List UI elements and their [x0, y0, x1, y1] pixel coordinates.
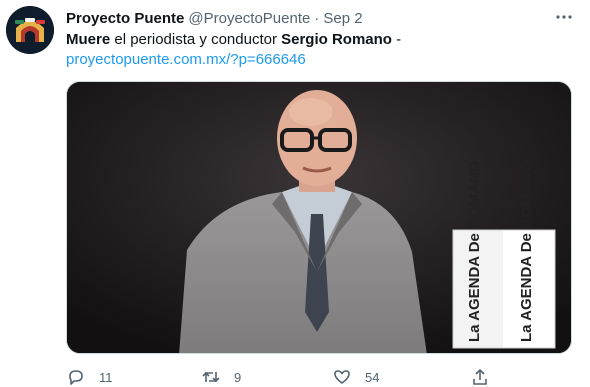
- like-button[interactable]: 54: [332, 366, 379, 387]
- photo-portrait: La AGENDA De ROMANO La AGENDA De ROMANO: [67, 82, 571, 353]
- more-options-button[interactable]: [553, 6, 575, 28]
- tweet-date[interactable]: Sep 2: [323, 10, 362, 27]
- tweet[interactable]: Proyecto Puente @ProyectoPuente · Sep 2 …: [0, 0, 590, 387]
- tweet-text: Muere el periodista y conductor Sergio R…: [66, 30, 571, 70]
- like-count: 54: [365, 369, 380, 385]
- avatar[interactable]: [6, 6, 54, 54]
- retweet-icon: [201, 367, 221, 387]
- reply-icon: [66, 367, 86, 387]
- tweet-text-plain-2: -: [391, 31, 402, 48]
- share-icon: [470, 367, 490, 387]
- tweet-text-bold-1: Muere: [66, 31, 111, 48]
- tweet-actions: 11 9 54: [66, 366, 506, 387]
- reply-count: 11: [99, 369, 113, 385]
- tweet-link[interactable]: proyectopuente.com.mx/?p=666646: [66, 51, 306, 68]
- box-label-side: La AGENDA De ROMANO: [518, 160, 535, 342]
- heart-icon: [332, 367, 352, 387]
- reply-button[interactable]: 11: [66, 366, 113, 387]
- tweet-text-plain-1: el periodista y conductor: [110, 31, 282, 48]
- more-icon: [556, 15, 572, 19]
- retweet-count: 9: [234, 369, 242, 385]
- share-button[interactable]: [470, 366, 490, 387]
- tweet-header: Proyecto Puente @ProyectoPuente · Sep 2: [66, 8, 363, 28]
- separator-dot: ·: [314, 9, 320, 27]
- tweet-photo[interactable]: La AGENDA De ROMANO La AGENDA De ROMANO: [66, 81, 572, 354]
- display-name[interactable]: Proyecto Puente: [66, 10, 184, 27]
- user-handle[interactable]: @ProyectoPuente: [188, 10, 310, 27]
- proyecto-puente-logo-icon: [6, 6, 54, 54]
- retweet-button[interactable]: 9: [201, 366, 241, 387]
- box-label-front: La AGENDA De ROMANO: [466, 160, 483, 342]
- tweet-text-bold-2: Sergio Romano: [281, 31, 392, 48]
